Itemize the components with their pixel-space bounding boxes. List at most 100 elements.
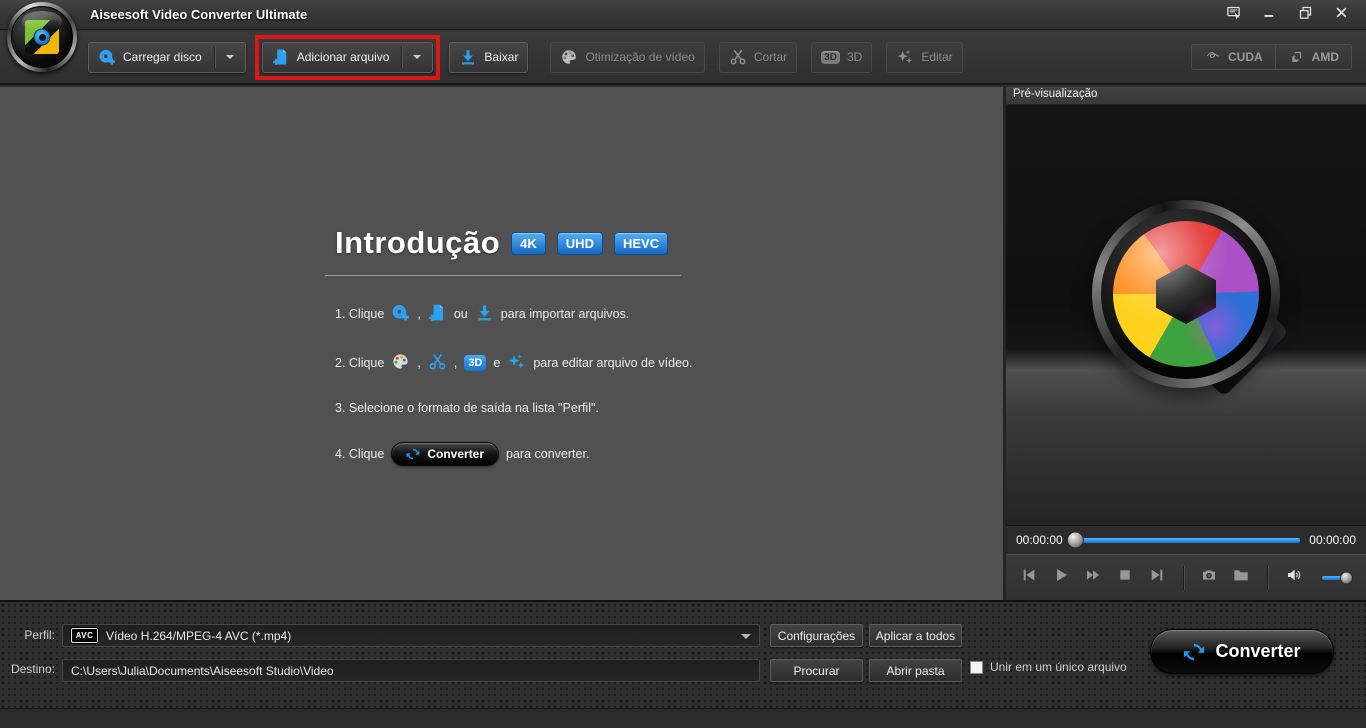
snapshot-button[interactable] [1201,567,1217,588]
aiseesoft-lens-logo [1092,200,1280,388]
split-divider [214,47,215,68]
open-folder-button[interactable]: Abrir pasta [869,659,962,682]
destination-field[interactable]: C:\Users\Julia\Documents\Aiseesoft Studi… [62,659,760,682]
edit-label: Editar [921,50,952,64]
add-file-icon [428,303,447,325]
preview-header: Pré-visualização [1006,87,1366,105]
cut-label: Cortar [754,50,787,64]
settings-label: Configurações [778,629,855,643]
3d-label: 3D [847,50,862,64]
add-file-dropdown[interactable] [411,51,423,63]
cut-button[interactable]: Cortar [719,42,797,73]
skip-start-icon [1021,567,1037,583]
titlebar: Aiseesoft Video Converter Ultimate [0,0,1366,30]
skip-start-button[interactable] [1021,567,1037,588]
cuda-label: CUDA [1228,50,1263,64]
total-time: 00:00:00 [1309,533,1356,547]
speaker-icon [1286,567,1302,583]
add-file-button[interactable]: Adicionar arquivo [262,42,434,73]
main-content: Introdução 4K UHD HEVC 1. Clique , ou pa… [0,87,1003,600]
convert-button[interactable]: Converter [1150,629,1334,674]
preview-panel: Pré-visualização 00:00:00 00:00:00 [1003,87,1366,600]
settings-button[interactable]: Configurações [770,624,863,647]
mute-button[interactable] [1286,567,1302,588]
volume-knob[interactable] [1340,571,1353,584]
video-enhance-icon [560,48,578,66]
split-divider [401,47,402,68]
profile-value: Vídeo H.264/MPEG-4 AVC (*.mp4) [106,629,291,643]
destination-value: C:\Users\Julia\Documents\Aiseesoft Studi… [71,664,334,678]
app-logo[interactable] [7,2,77,72]
convert-icon [406,447,420,461]
destination-label: Destino: [0,662,55,676]
close-button[interactable] [1326,4,1356,26]
window-footer [0,708,1366,728]
browse-button[interactable]: Procurar [770,659,863,682]
edit-button[interactable]: Editar [886,42,962,73]
intro-step-4: 4. Clique Converter para converter. [335,442,692,466]
seek-slider[interactable] [1072,538,1301,543]
stop-button[interactable] [1117,567,1133,588]
merge-label: Unir em um único arquivo [990,660,1127,674]
stop-icon [1117,567,1133,583]
intro-step-3: 3. Selecione o formato de saída na lista… [335,401,692,415]
load-disc-button[interactable]: Carregar disco [88,42,246,73]
restore-icon [1298,5,1313,25]
apply-all-button[interactable]: Aplicar a todos [869,624,962,647]
minimize-button[interactable] [1254,4,1284,26]
convert-label: Converter [1215,641,1300,662]
step4-text: 4. Clique [335,447,384,461]
play-button[interactable] [1053,567,1069,588]
apply-all-label: Aplicar a todos [876,629,955,643]
intro-divider [325,275,681,276]
cuda-button[interactable]: CUDA [1191,44,1276,70]
download-icon [475,303,494,325]
intro-step-2: 2. Clique , , 3D e para editar arquivo d… [335,352,692,374]
aiseesoft-mark-icon [25,20,59,54]
toolbar: Carregar disco Adicionar arquivo Baixar … [0,31,1366,85]
step4-text: para converter. [506,447,589,461]
highlight-box: Adicionar arquivo [255,35,441,80]
chevron-down-icon [741,634,751,644]
3d-icon: 3D [464,355,486,371]
download-icon [459,48,477,66]
skip-end-icon [1149,567,1165,583]
window-title: Aiseesoft Video Converter Ultimate [90,7,307,22]
step2-separator: , [454,356,457,370]
load-disc-label: Carregar disco [123,50,202,64]
load-disc-dropdown[interactable] [224,51,236,63]
fast-forward-icon [1085,567,1101,583]
seek-knob[interactable] [1067,532,1084,549]
amd-icon [1288,49,1306,66]
step1-separator: , [417,307,420,321]
merge-checkbox[interactable] [970,661,983,674]
volume-slider[interactable] [1322,576,1351,580]
open-snapshot-folder-button[interactable] [1233,567,1249,588]
seek-row: 00:00:00 00:00:00 [1006,525,1366,554]
page-title: Introdução [335,225,500,261]
profile-dropdown[interactable]: AVC Vídeo H.264/MPEG-4 AVC (*.mp4) [62,624,760,647]
skip-end-button[interactable] [1149,567,1165,588]
open-folder-label: Abrir pasta [886,664,944,678]
output-bar: Perfil: AVC Vídeo H.264/MPEG-4 AVC (*.mp… [0,600,1366,708]
amd-label: AMD [1312,50,1339,64]
step2-text: 2. Clique [335,356,384,370]
intro-panel: Introdução 4K UHD HEVC 1. Clique , ou pa… [335,225,692,466]
feedback-menu-button[interactable] [1218,4,1248,26]
step2-separator: e [493,356,500,370]
convert-icon [1183,641,1205,663]
fast-forward-button[interactable] [1085,567,1101,588]
camera-icon [1201,567,1217,583]
download-button[interactable]: Baixar [449,42,528,73]
playback-controls [1006,554,1366,600]
cut-icon [428,352,447,374]
aiseesoft-eye-icon [34,29,51,46]
edit-icon [507,352,526,374]
amd-button[interactable]: AMD [1276,44,1352,70]
video-enhance-button[interactable]: Otimização de vídeo [550,42,704,73]
window-controls [1218,4,1356,26]
3d-button[interactable]: 3D 3D [811,42,872,73]
restore-button[interactable] [1290,4,1320,26]
hardware-accel-group: CUDA AMD [1191,44,1352,70]
step1-separator: ou [454,307,468,321]
